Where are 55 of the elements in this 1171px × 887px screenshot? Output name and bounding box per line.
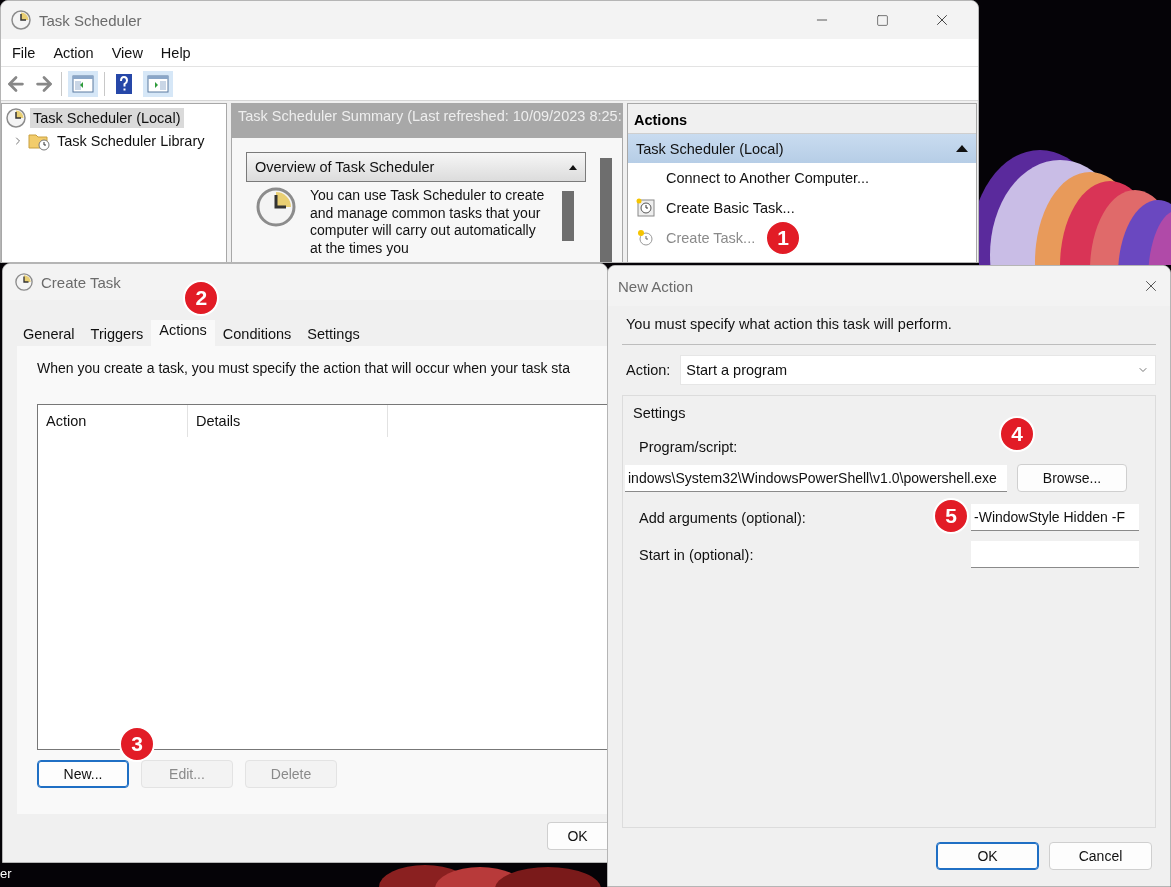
instruction-text: You must specify what action this task will perform. (622, 316, 1156, 345)
panel-icon[interactable] (147, 73, 169, 94)
help-icon[interactable] (115, 72, 133, 95)
actions-group-header[interactable]: Task Scheduler (Local) (628, 134, 976, 163)
field-label: Add arguments (optional): (639, 509, 806, 526)
clock-icon (256, 187, 296, 227)
clock-icon (6, 107, 26, 128)
tab[interactable]: Actions (151, 320, 215, 346)
field-label: Action: (626, 362, 671, 378)
ok-button[interactable]: OK (547, 822, 607, 850)
field-label: Start in (optional): (639, 546, 754, 563)
actions-title: Actions (628, 104, 976, 134)
collapse-caret-icon[interactable] (956, 145, 968, 152)
action-link[interactable]: Create Basic Task... (666, 200, 795, 216)
calendar-clock-icon (636, 198, 656, 218)
menu-item[interactable]: Help (151, 44, 200, 61)
dialog-title: New Action (618, 277, 695, 295)
browse-button[interactable]: Browse... (1017, 464, 1127, 492)
step-badge: 4 (999, 416, 1035, 452)
group-title: Settings (633, 405, 686, 421)
overview-text: You can use Task Scheduler to create and manage common tasks that your computer will carry out automatically at the times you (310, 187, 546, 257)
field-label: Program/script: (639, 439, 738, 455)
input-field[interactable] (971, 541, 1139, 568)
collapse-caret-icon[interactable] (569, 164, 577, 170)
menu-item[interactable]: View (102, 44, 152, 61)
scrollbar-thumb[interactable] (600, 158, 612, 262)
clock-icon (15, 273, 33, 291)
clock-icon (637, 229, 655, 247)
input-field[interactable]: -WindowStyle Hidden -F (971, 504, 1139, 531)
tree-item[interactable]: Task Scheduler Library (54, 130, 208, 151)
column-header[interactable]: Details (188, 405, 388, 437)
panel-icon[interactable] (72, 73, 94, 94)
window-title: Task Scheduler (39, 11, 143, 29)
menu-item[interactable]: Action (44, 44, 103, 61)
column-header[interactable]: Action (38, 405, 188, 437)
dialog-button[interactable]: OK (936, 842, 1039, 870)
step-badge: 1 (765, 220, 802, 256)
input-field[interactable]: indows\System32\WindowsPowerShell\v1.0\powershell.exe (625, 464, 1007, 492)
step-badge: 5 (933, 498, 969, 534)
desktop-icon-label: er (0, 866, 12, 881)
dialog-title: Create Task (41, 273, 122, 291)
description-text: When you create a task, you must specify the action that will occur when your task sta (37, 360, 572, 376)
action-link[interactable]: Connect to Another Computer... (666, 170, 870, 186)
dialog-button[interactable]: Cancel (1049, 842, 1152, 870)
overview-header[interactable]: Overview of Task Scheduler (246, 152, 586, 182)
group-title: Task Scheduler (Local) (636, 140, 784, 157)
action-dropdown[interactable]: Start a program (680, 355, 1156, 385)
list-button[interactable]: New... (37, 760, 129, 788)
clock-icon (11, 10, 31, 30)
summary-header: Task Scheduler Summary (Last refreshed: 10/09/2023 8:25: (232, 104, 622, 138)
tree-item[interactable]: Task Scheduler (Local) (30, 107, 184, 128)
menu-item[interactable]: File (3, 44, 45, 61)
scrollbar-thumb[interactable] (562, 191, 574, 241)
overview-title: Overview of Task Scheduler (255, 159, 435, 175)
step-badge: 2 (183, 280, 220, 316)
